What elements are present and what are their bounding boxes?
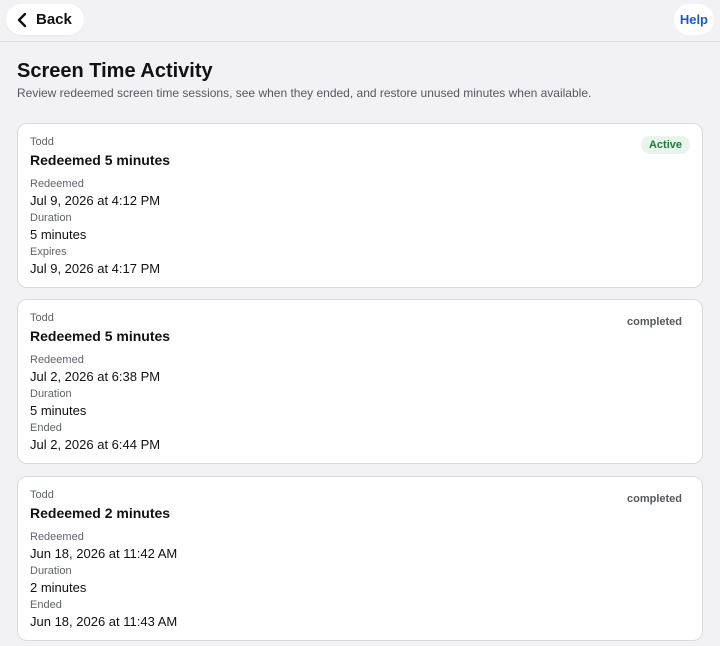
session-title: Redeemed 2 minutes (30, 505, 171, 521)
chevron-left-icon (16, 12, 28, 28)
expires-value: Jul 9, 2026 at 4:17 PM (30, 261, 161, 276)
duration-label: Duration (30, 212, 72, 224)
status-badge: completed (626, 493, 682, 505)
status-badge: Active (640, 136, 690, 154)
child-name: Todd (30, 489, 54, 501)
status-badge: completed (626, 316, 682, 328)
duration-label: Duration (30, 565, 72, 577)
back-button[interactable]: Back (6, 4, 84, 35)
help-button[interactable]: Help (673, 4, 714, 35)
ended-value: Jun 18, 2026 at 11:43 AM (30, 614, 178, 629)
page-subtitle: Review redeemed screen time sessions, se… (17, 86, 592, 100)
session-title: Redeemed 5 minutes (30, 152, 171, 168)
ended-label: Ended (30, 599, 62, 611)
session-fields: Redeemed Jul 2, 2026 at 6:38 PM Duration… (30, 353, 160, 455)
top-bar: Back Help (0, 0, 720, 42)
child-name: Todd (30, 136, 54, 148)
session-card: Todd Redeemed 5 minutes Active Redeemed … (17, 123, 703, 288)
session-fields: Redeemed Jun 18, 2026 at 11:42 AM Durati… (30, 530, 177, 632)
redeemed-label: Redeemed (30, 531, 84, 543)
session-card: Todd Redeemed 2 minutes completed Redeem… (17, 476, 703, 641)
session-title: Redeemed 5 minutes (30, 328, 171, 344)
redeemed-label: Redeemed (30, 178, 84, 190)
back-label: Back (36, 11, 72, 28)
ended-value: Jul 2, 2026 at 6:44 PM (30, 437, 161, 452)
session-card: Todd Redeemed 5 minutes completed Redeem… (17, 299, 703, 464)
help-label: Help (679, 12, 708, 27)
duration-value: 2 minutes (30, 580, 87, 595)
duration-value: 5 minutes (30, 403, 87, 418)
child-name: Todd (30, 312, 54, 324)
session-fields: Redeemed Jul 9, 2026 at 4:12 PM Duration… (30, 177, 160, 279)
ended-label: Ended (30, 422, 62, 434)
page-title: Screen Time Activity (17, 60, 213, 82)
expires-label: Expires (30, 246, 67, 258)
redeemed-value: Jul 2, 2026 at 6:38 PM (30, 369, 161, 384)
duration-value: 5 minutes (30, 227, 87, 242)
redeemed-value: Jul 9, 2026 at 4:12 PM (30, 193, 161, 208)
duration-label: Duration (30, 388, 72, 400)
redeemed-label: Redeemed (30, 354, 84, 366)
redeemed-value: Jun 18, 2026 at 11:42 AM (30, 546, 178, 561)
